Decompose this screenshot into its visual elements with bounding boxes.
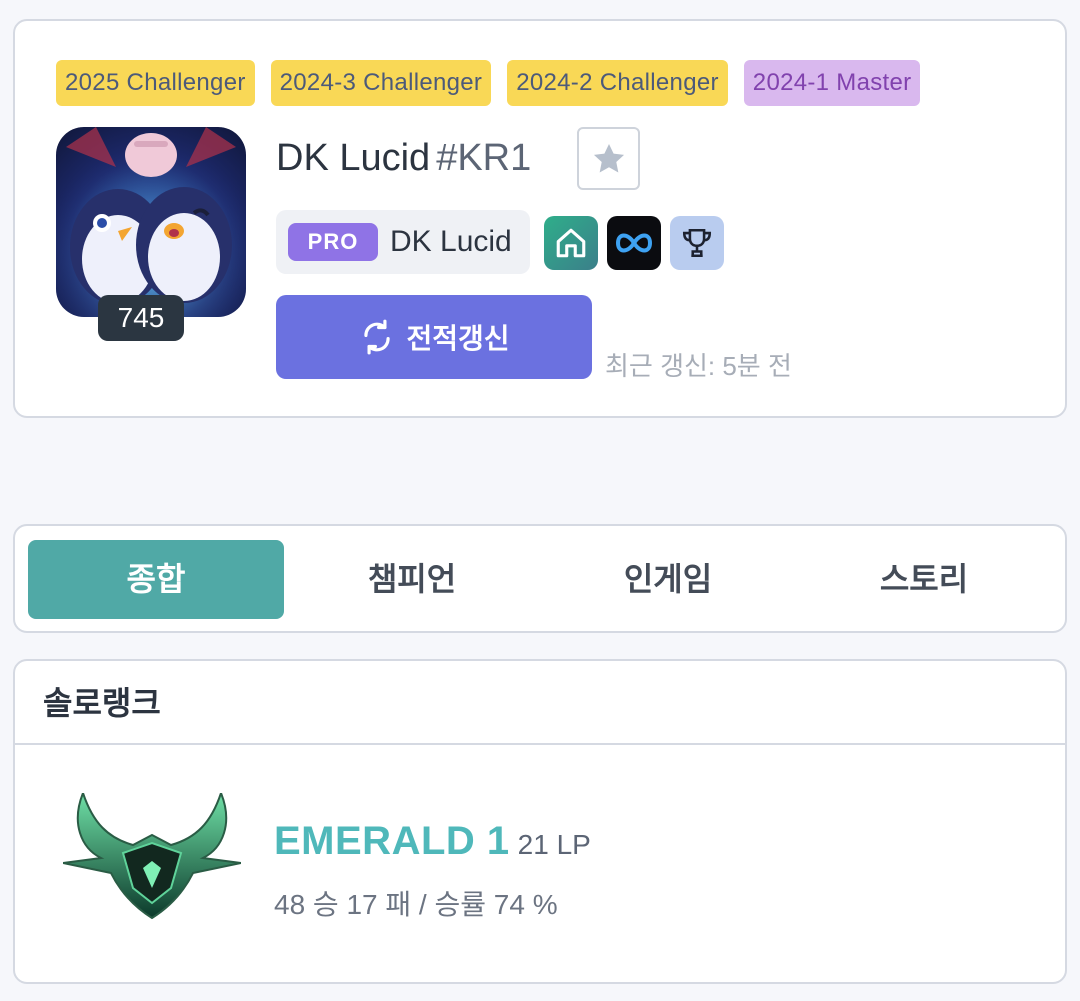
favorite-button[interactable] xyxy=(577,127,640,190)
tab-ingame[interactable]: 인게임 xyxy=(540,540,796,619)
trophy-icon[interactable] xyxy=(670,216,724,270)
season-tag-2024-3: 2024-3 Challenger xyxy=(270,60,492,106)
tier-line: EMERALD 1 21 LP xyxy=(274,819,591,864)
season-tag-2024-1: 2024-1 Master xyxy=(743,60,921,106)
emerald-emblem-icon xyxy=(63,793,241,920)
season-tag-2024-2: 2024-2 Challenger xyxy=(507,60,728,106)
win-loss-record: 48 승 17 패 / 승률 74 % xyxy=(274,889,558,920)
refresh-button[interactable]: 전적갱신 xyxy=(276,295,592,379)
solo-rank-card: 솔로랭크 EMERALD 1 21 LP 48 승 17 패 / 승률 74 % xyxy=(13,659,1067,984)
pro-player-link[interactable]: PRO DK Lucid xyxy=(276,210,530,274)
star-icon xyxy=(593,143,624,172)
tab-champions[interactable]: 챔피언 xyxy=(284,540,540,619)
tier-name: EMERALD 1 xyxy=(274,819,510,863)
summoner-name-text: DK Lucid xyxy=(276,137,431,179)
summoner-tag: #KR1 xyxy=(436,137,532,179)
tab-story[interactable]: 스토리 xyxy=(796,540,1052,619)
last-updated-text: 최근 갱신: 5분 전 xyxy=(605,351,792,381)
refresh-icon xyxy=(364,319,391,355)
profile-icon: 745 xyxy=(56,127,246,341)
refresh-label: 전적갱신 xyxy=(406,323,510,354)
profile-card: 2025 Challenger 2024-3 Challenger 2024-2… xyxy=(13,19,1067,418)
tab-bar: 종합 챔피언 인게임 스토리 xyxy=(13,524,1067,633)
pro-badge: PRO xyxy=(288,223,378,261)
season-tag-2025: 2025 Challenger xyxy=(56,60,255,106)
penguin-avatar-icon xyxy=(56,127,246,317)
tab-overview[interactable]: 종합 xyxy=(28,540,284,619)
solo-rank-title: 솔로랭크 xyxy=(15,661,1065,745)
infinity-icon[interactable] xyxy=(607,216,661,270)
level-badge: 745 xyxy=(98,295,184,341)
pro-name: DK Lucid xyxy=(390,225,512,258)
summoner-name: DK Lucid #KR1 xyxy=(276,135,531,181)
avatar xyxy=(56,127,246,317)
season-tags: 2025 Challenger 2024-3 Challenger 2024-2… xyxy=(56,60,921,106)
league-points: 21 LP xyxy=(517,829,591,860)
home-icon[interactable] xyxy=(544,216,598,270)
